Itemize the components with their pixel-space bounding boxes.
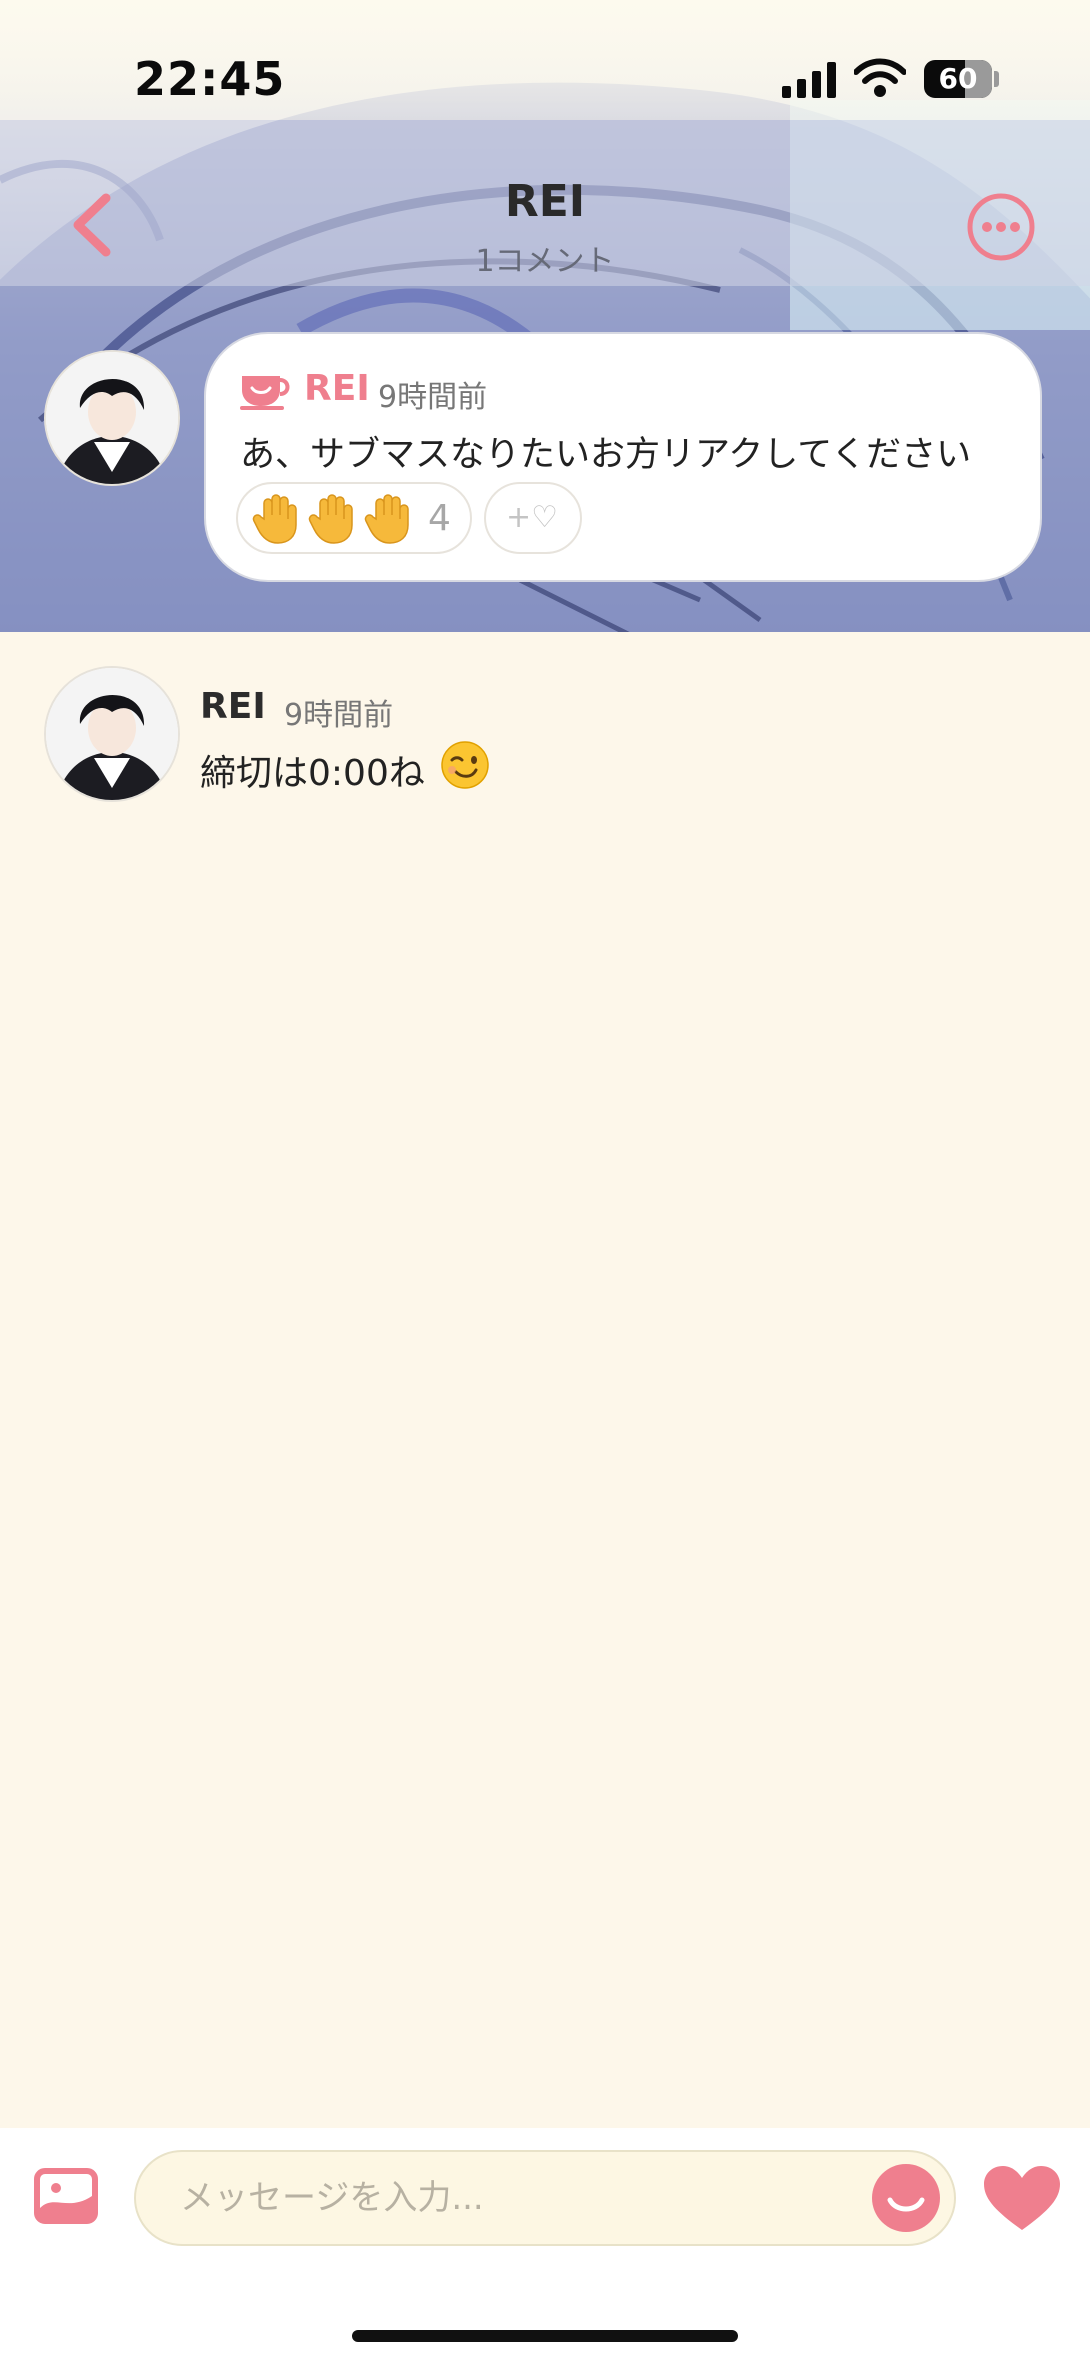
wifi-icon bbox=[854, 58, 906, 97]
message-text: あ、サブマスなりたいお方リアクしてください bbox=[240, 435, 972, 475]
battery-nub bbox=[994, 71, 999, 87]
add-reaction-label: +♡ bbox=[506, 500, 559, 535]
avatar[interactable] bbox=[44, 666, 180, 802]
like-button[interactable] bbox=[984, 2166, 1060, 2232]
raised-hand-icon bbox=[308, 494, 353, 544]
image-button[interactable] bbox=[34, 2168, 98, 2224]
battery-indicator: 60 bbox=[924, 60, 992, 98]
more-options-button[interactable] bbox=[966, 192, 1036, 262]
add-reaction-button[interactable]: +♡ bbox=[484, 482, 582, 554]
battery-level: 60 bbox=[938, 62, 978, 95]
status-time: 22:45 bbox=[134, 52, 286, 106]
more-horizontal-icon bbox=[967, 193, 1035, 261]
image-icon bbox=[34, 2168, 98, 2224]
avatar[interactable] bbox=[44, 350, 180, 486]
message-time: 9時間前 bbox=[378, 380, 488, 415]
message-text: 締切は0:00ね bbox=[200, 753, 425, 794]
cellular-signal-icon bbox=[782, 62, 836, 98]
author-name[interactable]: REI bbox=[200, 686, 266, 727]
page-title: REI bbox=[504, 176, 586, 227]
message-time: 9時間前 bbox=[284, 698, 394, 733]
home-indicator[interactable] bbox=[352, 2330, 738, 2342]
emoji-face-icon bbox=[872, 2164, 940, 2232]
author-name[interactable]: REI bbox=[304, 368, 370, 409]
cup-icon bbox=[240, 376, 290, 410]
raised-hand-icon bbox=[364, 494, 409, 544]
winking-face-icon bbox=[441, 741, 489, 789]
reaction-count: 4 bbox=[428, 498, 451, 539]
emoji-button[interactable] bbox=[872, 2164, 940, 2232]
comment-count: 1コメント bbox=[475, 244, 615, 279]
reaction-chip[interactable]: 4 bbox=[236, 482, 472, 554]
heart-icon bbox=[984, 2166, 1060, 2230]
pinned-message[interactable]: REI 9時間前 あ、サブマスなりたいお方リアクしてください 4 +♡ bbox=[204, 332, 1042, 582]
message-input[interactable] bbox=[134, 2150, 956, 2246]
raised-hand-icon bbox=[252, 494, 297, 544]
